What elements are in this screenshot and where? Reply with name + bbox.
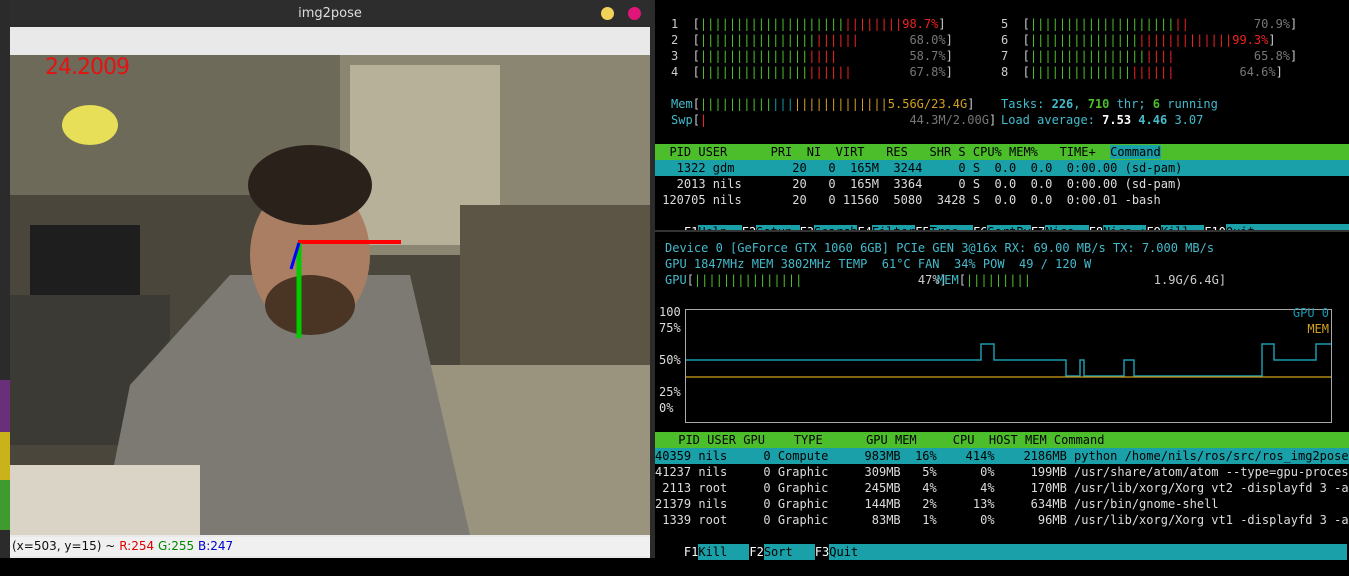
status-bar: (x=503, y=15) ~ R:254 G:255 B:247 <box>10 537 650 556</box>
dock-strip <box>0 380 10 432</box>
gpu-process-row[interactable]: 41237 nils 0 Graphic 309MB 5% 0% 199MB /… <box>655 464 1349 480</box>
y-tick-0: 0% <box>659 401 674 415</box>
legend-gpu: GPU 0 <box>1292 306 1329 320</box>
dock-strip <box>0 432 10 480</box>
clock-line: GPU 1847MHz MEM 3802MHz TEMP 61°C FAN 34… <box>665 257 1092 271</box>
y-tick-75: 75% <box>659 321 681 335</box>
gpu-process-row-selected[interactable]: 40359 nils 0 Compute 983MB 16% 414% 2186… <box>655 448 1349 464</box>
window-titlebar[interactable]: img2pose <box>10 0 650 27</box>
dock-strip <box>0 480 10 530</box>
nvtop-terminal[interactable]: Device 0 [GeForce GTX 1060 6GB] PCIe GEN… <box>655 232 1349 560</box>
pixel-coords: (x=503, y=15) ~ <box>12 539 116 553</box>
process-row[interactable]: 2013 nils 20 0 165M 3364 0 S 0.0 0.0 0:0… <box>655 176 1183 192</box>
gpu-history-plot <box>686 343 1331 378</box>
htop-function-bar: F1Help F2Setup F3SearchF4FilterF5Tree F6… <box>655 208 1349 240</box>
pixel-b: B:247 <box>198 539 234 553</box>
fkey-kill[interactable]: F1Kill <box>684 544 750 560</box>
opencv-window[interactable]: img2pose 24.2009 (x=503, y=15) ~ R:254 G… <box>10 0 650 558</box>
fkey-sort[interactable]: F2Sort <box>749 544 815 560</box>
cpu-meter-6: 6 [||||||||||||||||||||||||||||99.3%] <box>1001 33 1276 47</box>
window-title: img2pose <box>298 6 362 21</box>
cpu-meter-4: 4 [||||||||||||||||||||| 67.8%] <box>671 65 953 79</box>
y-tick-100: 100 <box>659 305 681 319</box>
tasks-line: Tasks: 226, 710 thr; 6 running <box>1001 97 1218 111</box>
pose-axes <box>289 240 401 338</box>
process-row[interactable]: 120705 nils 20 0 11560 5080 3428 S 0.0 0… <box>655 192 1161 208</box>
gpu-process-header[interactable]: PID USER GPU TYPE GPU MEM CPU HOST MEM C… <box>655 432 1349 448</box>
legend-mem: MEM <box>1307 322 1329 336</box>
camera-image[interactable]: 24.2009 <box>10 55 650 535</box>
close-button[interactable] <box>628 7 641 20</box>
pixel-r: R:254 <box>119 539 155 553</box>
cpu-meter-5: 5 [|||||||||||||||||||||| 70.9%] <box>1001 17 1298 31</box>
device-line: Device 0 [GeForce GTX 1060 6GB] PCIe GEN… <box>665 241 1215 255</box>
y-tick-25: 25% <box>659 385 681 399</box>
gpu-history-graph: GPU 0 MEM <box>685 306 1332 423</box>
pixel-g: G:255 <box>157 539 195 553</box>
process-row-selected[interactable]: 1322 gdm 20 0 165M 3244 0 S 0.0 0.0 0:00… <box>655 160 1349 176</box>
minimize-button[interactable] <box>601 7 614 20</box>
load-average: Load average: 7.53 4.46 3.07 <box>1001 113 1204 127</box>
gpu-usage-line <box>686 343 1331 377</box>
y-tick-50: 50% <box>659 353 681 367</box>
htop-terminal[interactable]: 1 [||||||||||||||||||||||||||||98.7%] 2 … <box>655 0 1349 240</box>
mem-meter: Mem[||||||||||||||||||||||||||5.56G/23.4… <box>671 97 975 111</box>
cpu-meter-2: 2 [|||||||||||||||||||||| 68.0%] <box>671 33 953 47</box>
cpu-meter-3: 3 [||||||||||||||||||| 58.7%] <box>671 49 953 63</box>
swp-meter: Swp[| 44.3M/2.00G] <box>671 113 997 127</box>
cpu-meter-7: 7 [|||||||||||||||||||| 65.8%] <box>1001 49 1298 63</box>
cpu-meter-1: 1 [||||||||||||||||||||||||||||98.7%] <box>671 17 946 31</box>
gpu-usage-meter: GPU[||||||||||||||| 47%] <box>665 273 947 287</box>
gpu-process-row[interactable]: 21379 nils 0 Graphic 144MB 2% 13% 634MB … <box>655 496 1219 512</box>
gpu-process-row[interactable]: 1339 root 0 Graphic 83MB 1% 0% 96MB /usr… <box>655 512 1349 528</box>
gpu-mem-meter: MEM[||||||||| 1.9G/6.4G] <box>937 273 1227 287</box>
process-table-header[interactable]: PID USER PRI NI VIRT RES SHR S CPU% MEM%… <box>655 144 1349 160</box>
fkey-quit[interactable]: F3Quit <box>815 544 1348 560</box>
gpu-process-row[interactable]: 2113 root 0 Graphic 245MB 4% 4% 170MB /u… <box>655 480 1349 496</box>
cpu-meter-8: 8 [|||||||||||||||||||| 64.6%] <box>1001 65 1283 79</box>
nvtop-function-bar: F1Kill F2Sort F3Quit <box>655 528 1349 560</box>
